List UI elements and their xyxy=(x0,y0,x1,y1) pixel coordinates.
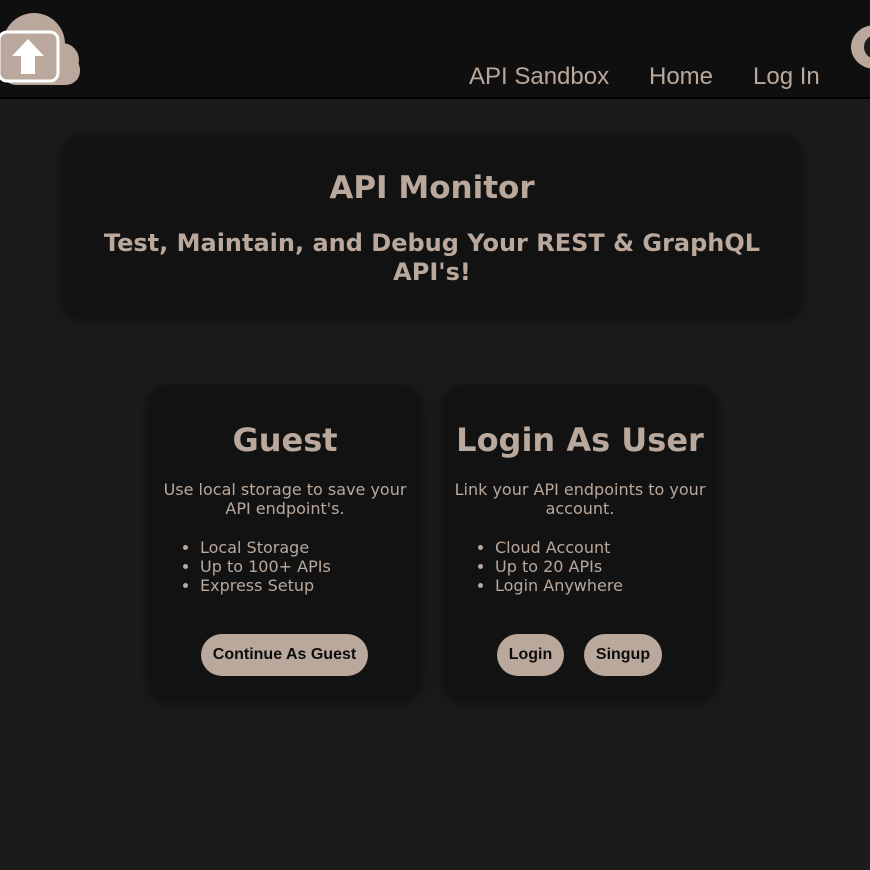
list-item: Cloud Account xyxy=(495,538,623,557)
signup-button[interactable]: Singup xyxy=(584,634,662,676)
user-card-title: Login As User xyxy=(456,421,704,459)
guest-card: Guest Use local storage to save your API… xyxy=(149,385,421,697)
continue-as-guest-button[interactable]: Continue As Guest xyxy=(201,634,368,676)
hero-banner: API Monitor Test, Maintain, and Debug Yo… xyxy=(62,135,802,315)
guest-card-title: Guest xyxy=(232,421,338,459)
guest-feature-list: Local Storage Up to 100+ APIs Express Se… xyxy=(180,538,331,595)
list-item: Local Storage xyxy=(200,538,331,557)
list-item: Express Setup xyxy=(200,576,331,595)
list-item: Up to 20 APIs xyxy=(495,557,623,576)
page-subtitle: Test, Maintain, and Debug Your REST & Gr… xyxy=(103,229,761,286)
nav-link-home[interactable]: Home xyxy=(649,62,713,92)
nav-link-api-sandbox[interactable]: API Sandbox xyxy=(469,62,609,92)
user-feature-list: Cloud Account Up to 20 APIs Login Anywhe… xyxy=(475,538,623,595)
list-item: Up to 100+ APIs xyxy=(200,557,331,576)
user-card-description: Link your API endpoints to your account. xyxy=(454,480,706,518)
top-navbar: API Sandbox Home Log In xyxy=(0,0,870,99)
guest-card-description: Use local storage to save your API endpo… xyxy=(163,480,407,518)
theme-toggle-icon[interactable] xyxy=(851,25,870,69)
page-title: API Monitor xyxy=(329,170,535,206)
list-item: Login Anywhere xyxy=(495,576,623,595)
cloud-upload-icon[interactable] xyxy=(0,10,84,90)
nav-link-log-in[interactable]: Log In xyxy=(753,62,820,92)
user-login-card: Login As User Link your API endpoints to… xyxy=(444,385,716,697)
login-button[interactable]: Login xyxy=(497,634,564,676)
